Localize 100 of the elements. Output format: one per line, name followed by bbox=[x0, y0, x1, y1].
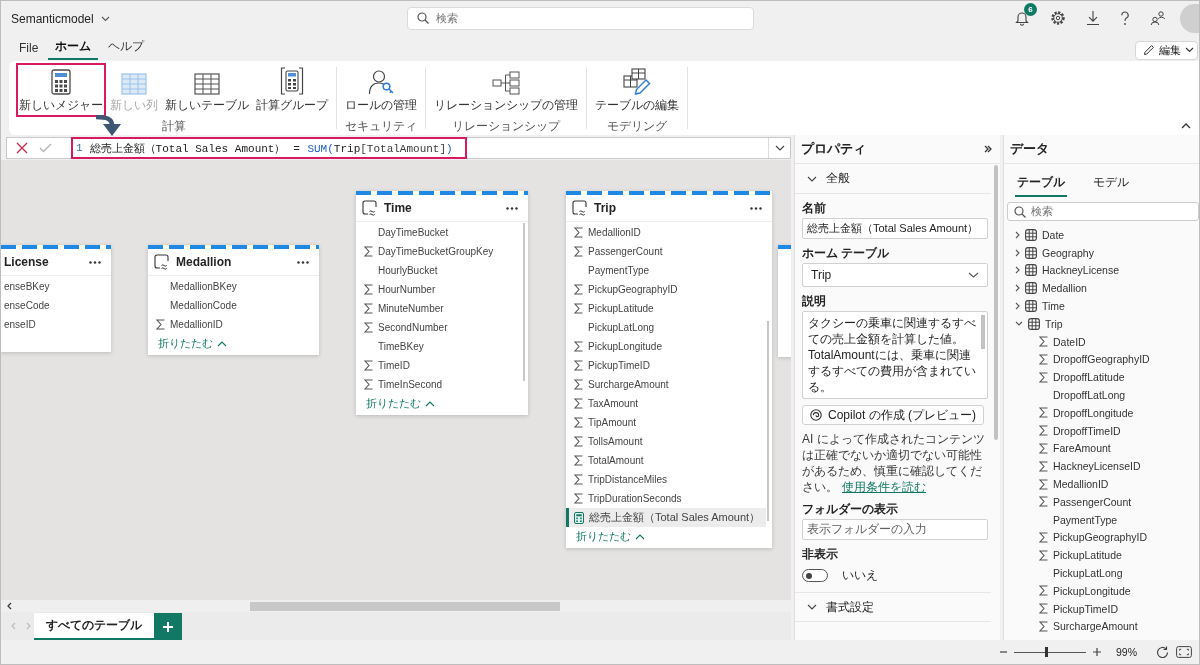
search-field[interactable]: 検索 bbox=[1007, 202, 1199, 221]
tree-item[interactable]: DropoffLatitude bbox=[1004, 368, 1199, 387]
home-table-dropdown[interactable]: Trip bbox=[802, 263, 988, 287]
field-item[interactable]: TripDistanceMiles bbox=[566, 470, 772, 489]
field-item[interactable]: SecondNumber bbox=[356, 318, 528, 337]
ribbon-button[interactable]: ロールの管理 bbox=[342, 63, 420, 117]
table-card[interactable]: License enseBKey enseCode enseID bbox=[1, 245, 111, 352]
field-item[interactable]: DayTimeBucketGroupKey bbox=[356, 242, 528, 261]
people-icon[interactable] bbox=[1150, 10, 1166, 26]
bell-icon[interactable] bbox=[1014, 10, 1030, 26]
tree-item[interactable]: Date bbox=[1004, 226, 1199, 244]
scrollbar[interactable] bbox=[767, 321, 769, 521]
field-item[interactable]: MinuteNumber bbox=[356, 299, 528, 318]
field-item[interactable]: enseCode bbox=[1, 296, 111, 315]
double-chevron-right-icon[interactable] bbox=[984, 145, 992, 153]
ribbon-tab[interactable]: File bbox=[12, 39, 46, 60]
field-item[interactable]: MedallionID bbox=[566, 223, 772, 242]
name-field[interactable]: 総売上金額（Total Sales Amount） bbox=[802, 218, 988, 239]
scrollbar[interactable] bbox=[994, 165, 998, 440]
plus-icon[interactable] bbox=[1093, 648, 1101, 656]
help-icon[interactable] bbox=[1120, 10, 1130, 26]
display-folder-field[interactable]: 表示フォルダーの入力 bbox=[802, 519, 988, 540]
check-icon[interactable] bbox=[39, 143, 52, 153]
field-item[interactable]: TollsAmount bbox=[566, 432, 772, 451]
field-item[interactable]: TipAmount bbox=[566, 413, 772, 432]
ribbon-button[interactable]: リレーションシップの管理 bbox=[431, 63, 581, 117]
tree-item[interactable]: PickupGeographyID bbox=[1004, 528, 1199, 547]
tree-item[interactable]: PickupLongitude bbox=[1004, 581, 1199, 600]
field-item[interactable]: PaymentType bbox=[566, 261, 772, 280]
field-item[interactable]: enseBKey bbox=[1, 277, 111, 296]
field-item[interactable]: TimeBKey bbox=[356, 337, 528, 356]
field-item[interactable]: TotalAmount bbox=[566, 451, 772, 470]
ribbon-button[interactable]: 新しいメジャー bbox=[16, 63, 106, 117]
section-header[interactable]: 全般 bbox=[795, 164, 991, 194]
field-item[interactable]: DayTimeBucket bbox=[356, 223, 528, 242]
formula-field[interactable]: 1 総売上金額（Total Sales Amount） = SUM(Trip[TotalAmount]) bbox=[6, 137, 791, 159]
field-item[interactable]: PickupLatLong bbox=[566, 318, 772, 337]
scrollbar-thumb[interactable] bbox=[250, 601, 560, 611]
search-field[interactable]: 検索 bbox=[407, 6, 754, 30]
tree-item[interactable]: Geography bbox=[1004, 243, 1199, 262]
tree-item[interactable]: PaymentType bbox=[1004, 510, 1199, 529]
table-card[interactable] bbox=[566, 191, 772, 548]
tree-item[interactable]: Medallion bbox=[1004, 279, 1199, 298]
tree-item[interactable]: MedallionID bbox=[1004, 475, 1199, 493]
toggle-switch[interactable] bbox=[802, 569, 828, 582]
tree-item[interactable]: HackneyLicense bbox=[1004, 261, 1199, 280]
panel-tab[interactable]: テーブル bbox=[1015, 174, 1067, 197]
slider-thumb[interactable] bbox=[1044, 647, 1048, 657]
more-options-icon[interactable] bbox=[750, 206, 762, 210]
scrollbar[interactable] bbox=[523, 223, 525, 381]
field-item[interactable]: 総売上金額（Total Sales Amount） bbox=[566, 508, 766, 527]
tree-item[interactable]: HackneyLicenseID bbox=[1004, 457, 1199, 476]
more-options-icon[interactable] bbox=[506, 206, 518, 210]
tree-item[interactable]: PickupLatitude bbox=[1004, 546, 1199, 565]
section-header[interactable]: 書式設定 bbox=[795, 592, 991, 622]
close-icon[interactable] bbox=[16, 142, 28, 154]
table-card[interactable]: Medallion MedallionBKey MedallionCode MedallionID 折りたたむ bbox=[148, 245, 319, 355]
field-item[interactable]: SurchargeAmount bbox=[566, 375, 772, 394]
field-item[interactable]: HourlyBucket bbox=[356, 261, 528, 280]
add-page-button[interactable] bbox=[154, 613, 182, 640]
tree-item[interactable]: Trip bbox=[1004, 315, 1199, 333]
ribbon-button[interactable]: 計算グループ bbox=[253, 63, 331, 117]
more-options-icon[interactable] bbox=[89, 260, 101, 264]
tree-item[interactable]: DropoffTimeID bbox=[1004, 421, 1199, 440]
edit-button[interactable]: 編集 bbox=[1135, 40, 1198, 60]
fit-to-screen-icon[interactable] bbox=[1176, 646, 1192, 658]
collapse-link[interactable]: 折りたたむ bbox=[148, 334, 237, 355]
more-options-icon[interactable] bbox=[297, 260, 309, 264]
field-item[interactable]: PickupLatitude bbox=[566, 299, 772, 318]
field-item[interactable]: enseID bbox=[1, 315, 111, 334]
field-item[interactable]: PickupGeographyID bbox=[566, 280, 772, 299]
zoom-slider[interactable] bbox=[1014, 647, 1086, 657]
terms-link[interactable]: 使用条件を読む bbox=[842, 480, 926, 494]
model-name-dropdown[interactable]: Semanticmodel bbox=[9, 9, 112, 28]
tree-item[interactable]: FareAmount bbox=[1004, 439, 1199, 458]
field-item[interactable]: PickupTimeID bbox=[566, 356, 772, 375]
field-item[interactable]: MedallionBKey bbox=[148, 277, 319, 296]
field-item[interactable]: TimeInSecond bbox=[356, 375, 528, 394]
copilot-button[interactable]: Copilot の作成 (プレビュー) bbox=[802, 405, 984, 425]
field-item[interactable]: TimeID bbox=[356, 356, 528, 375]
tree-item[interactable]: DateID bbox=[1004, 332, 1199, 351]
ribbon-tab[interactable]: ヘルプ bbox=[101, 36, 152, 60]
tree-item[interactable]: DropoffLongitude bbox=[1004, 403, 1199, 422]
settings-icon[interactable] bbox=[1050, 10, 1066, 26]
refresh-icon[interactable] bbox=[1156, 645, 1169, 659]
tree-item[interactable]: Time bbox=[1004, 297, 1199, 315]
collapse-link[interactable]: 折りたたむ bbox=[356, 394, 445, 415]
field-item[interactable]: TaxAmount bbox=[566, 394, 772, 413]
collapse-link[interactable]: 折りたたむ bbox=[566, 527, 655, 548]
ribbon-button[interactable]: テーブルの編集 bbox=[592, 63, 682, 117]
field-item[interactable]: MedallionCode bbox=[148, 296, 319, 315]
field-item[interactable]: PassengerCount bbox=[566, 242, 772, 261]
page-tab[interactable]: すべてのテーブル bbox=[34, 613, 154, 640]
chevron-up-icon[interactable] bbox=[1181, 123, 1191, 129]
field-item[interactable]: HourNumber bbox=[356, 280, 528, 299]
chevron-left-icon[interactable] bbox=[7, 602, 12, 610]
description-field[interactable]: タクシーの乗車に関連するすべての売上金額を計算した値。TotalAmountには、乗車に関連するすべての費用が含まれている。 bbox=[802, 311, 988, 399]
field-item[interactable]: MedallionID bbox=[148, 315, 319, 334]
scrollbar[interactable] bbox=[981, 315, 985, 349]
field-item[interactable]: TripDurationSeconds bbox=[566, 489, 772, 508]
